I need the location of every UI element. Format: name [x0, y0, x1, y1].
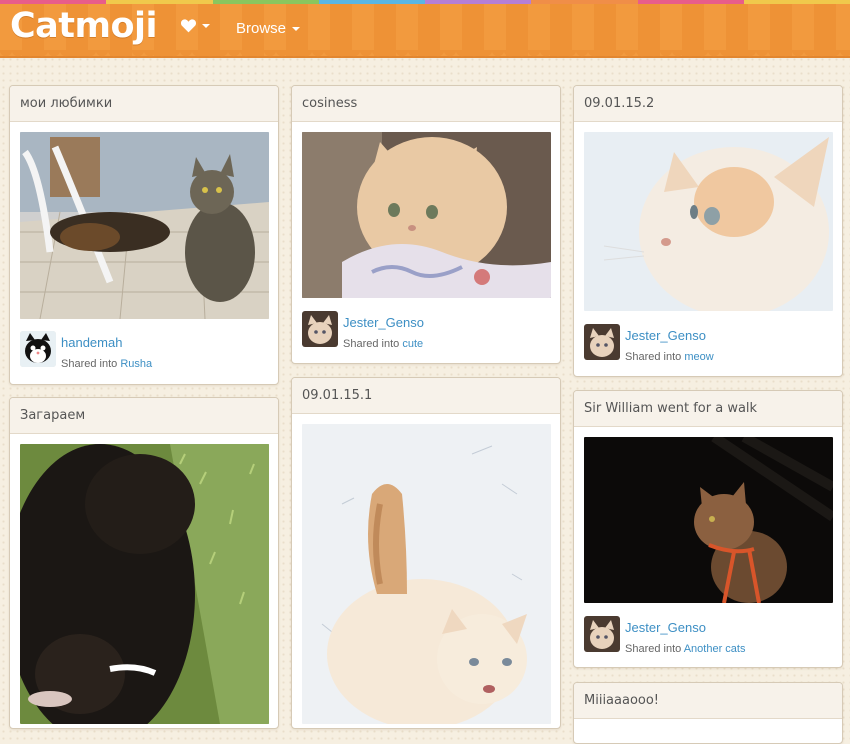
share-info: Jester_Genso Shared into meow [584, 324, 714, 363]
shared-into-text: Shared into Another cats [625, 643, 745, 655]
post-photo[interactable] [20, 444, 269, 724]
card-title: Miiiaaaooo! [574, 683, 842, 719]
shared-into-text: Shared into cute [343, 338, 423, 350]
shared-prefix: Shared into [625, 351, 682, 363]
chevron-down-icon [202, 23, 210, 28]
card-title: мои любимки [10, 86, 278, 122]
post-photo[interactable] [584, 132, 833, 311]
collection-link[interactable]: meow [684, 351, 713, 363]
cat-face-icon[interactable] [20, 331, 56, 367]
shared-into-text: Shared into meow [625, 351, 714, 363]
user-link[interactable]: handemah [61, 333, 152, 352]
cat-photo-avatar[interactable] [584, 324, 620, 360]
heart-icon [180, 19, 197, 33]
post-photo[interactable] [584, 437, 833, 603]
shared-prefix: Shared into [625, 643, 682, 655]
shared-prefix: Shared into [343, 338, 400, 350]
favorites-menu[interactable] [180, 18, 210, 33]
rainbow-stripe [0, 0, 850, 4]
shared-prefix: Shared into [61, 358, 118, 370]
header-scallop-edge [0, 50, 850, 58]
collection-link[interactable]: Rusha [120, 358, 152, 370]
browse-label: Browse [236, 20, 287, 37]
user-link[interactable]: Jester_Genso [625, 326, 714, 345]
post-card: мои любимки handemah Shared into Rusha [9, 85, 279, 385]
collection-link[interactable]: cute [402, 338, 423, 350]
card-title: cosiness [292, 86, 560, 122]
cat-photo-avatar[interactable] [584, 616, 620, 652]
post-photo[interactable] [302, 424, 551, 724]
share-info: handemah Shared into Rusha [20, 331, 152, 370]
shared-into-text: Shared into Rusha [61, 358, 152, 370]
post-card: Загараем [9, 397, 279, 729]
share-info: Jester_Genso Shared into Another cats [584, 616, 745, 655]
post-photo[interactable] [20, 132, 269, 319]
card-title: 09.01.15.2 [574, 86, 842, 122]
top-navbar: Catmoji Browse [0, 0, 850, 56]
user-link[interactable]: Jester_Genso [343, 313, 424, 332]
post-card: cosiness Jester_Genso Shared into cute [291, 85, 561, 364]
user-link[interactable]: Jester_Genso [625, 618, 745, 637]
share-info: Jester_Genso Shared into cute [302, 311, 424, 350]
chevron-down-icon [292, 26, 301, 31]
cat-photo-avatar[interactable] [302, 311, 338, 347]
post-card: 09.01.15.2 Jester_Genso Shared into meow [573, 85, 843, 377]
card-title: Загараем [10, 398, 278, 434]
card-title: Sir William went for a walk [574, 391, 842, 427]
post-photo[interactable] [302, 132, 551, 298]
post-card: Sir William went for a walk Jester_Genso… [573, 390, 843, 668]
post-card: Miiiaaaooo! [573, 682, 843, 744]
post-card: 09.01.15.1 [291, 377, 561, 729]
card-title: 09.01.15.1 [292, 378, 560, 414]
site-logo[interactable]: Catmoji [10, 6, 158, 46]
collection-link[interactable]: Another cats [684, 643, 746, 655]
browse-menu[interactable]: Browse [236, 20, 301, 37]
